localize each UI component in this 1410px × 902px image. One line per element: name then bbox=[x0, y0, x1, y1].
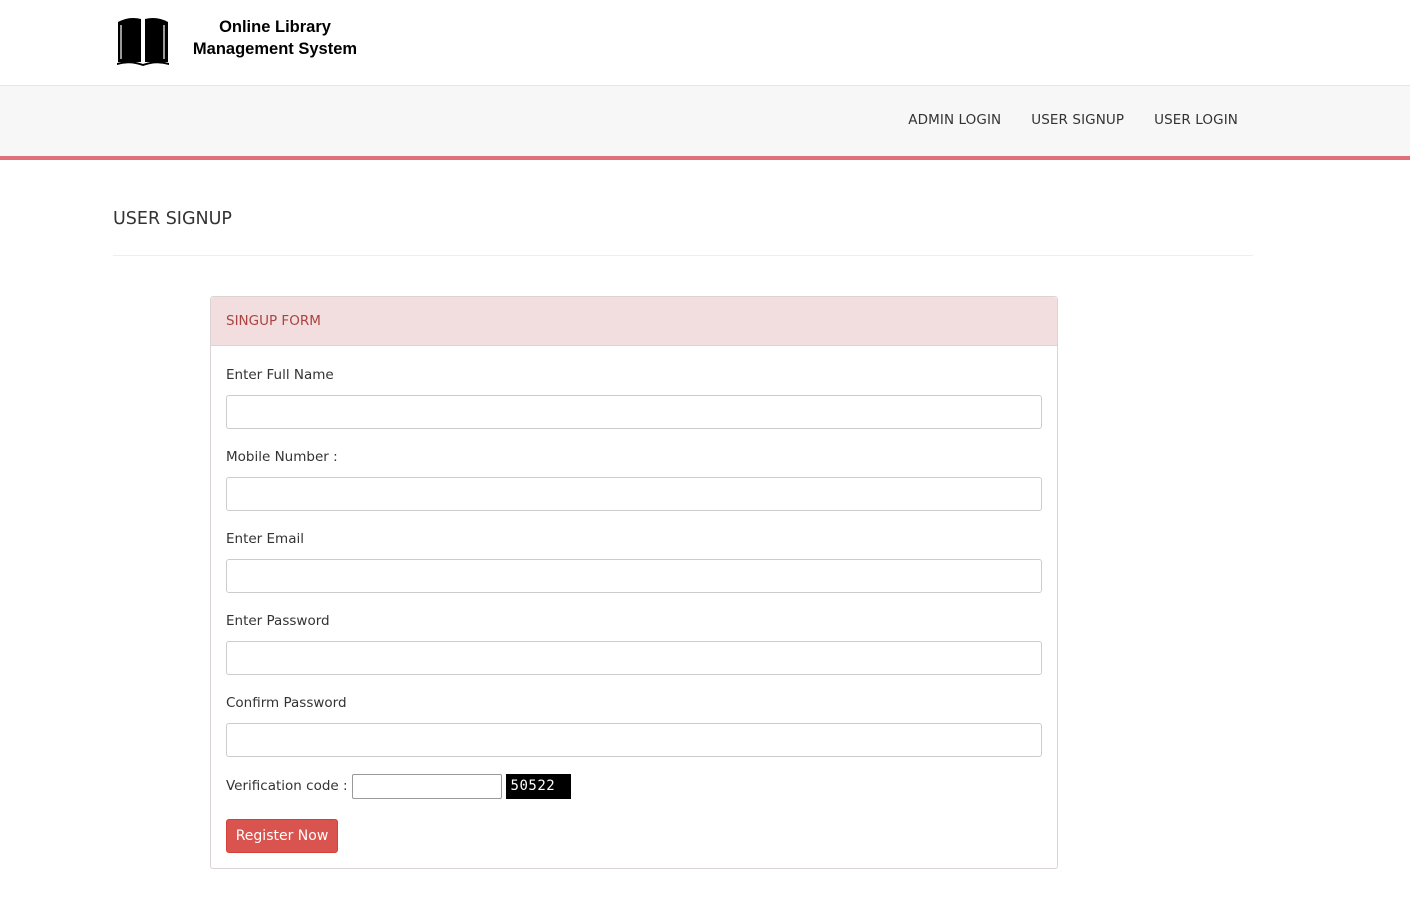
nav-menu: ADMIN LOGIN USER SIGNUP USER LOGIN bbox=[908, 112, 1238, 128]
email-label: Enter Email bbox=[226, 531, 304, 547]
mobile-input[interactable] bbox=[226, 477, 1042, 511]
password-label: Enter Password bbox=[226, 613, 330, 629]
site-title: Online Library Management System bbox=[180, 16, 370, 60]
verification-row: Verification code : 50522 bbox=[226, 773, 571, 799]
nav-user-login[interactable]: USER LOGIN bbox=[1154, 112, 1238, 128]
title-divider bbox=[113, 255, 1253, 256]
email-group: Enter Email bbox=[226, 529, 1042, 593]
confirm-password-input[interactable] bbox=[226, 723, 1042, 757]
email-input[interactable] bbox=[226, 559, 1042, 593]
confirm-password-label: Confirm Password bbox=[226, 695, 347, 711]
mobile-group: Mobile Number : bbox=[226, 447, 1042, 511]
page-title: USER SIGNUP bbox=[113, 209, 232, 229]
nav-user-signup[interactable]: USER SIGNUP bbox=[1031, 112, 1124, 128]
full-name-input[interactable] bbox=[226, 395, 1042, 429]
signup-panel: SINGUP FORM Enter Full Name Mobile Numbe… bbox=[210, 296, 1058, 869]
site-title-line2: Management System bbox=[192, 40, 358, 58]
nav-admin-login[interactable]: ADMIN LOGIN bbox=[908, 112, 1001, 128]
confirm-password-group: Confirm Password bbox=[226, 693, 1042, 757]
verification-label: Verification code : bbox=[226, 778, 348, 794]
brand-header: Online Library Management System bbox=[0, 0, 1410, 86]
site-title-line1: Online Library bbox=[219, 18, 331, 36]
password-group: Enter Password bbox=[226, 611, 1042, 675]
nav-bar: ADMIN LOGIN USER SIGNUP USER LOGIN bbox=[0, 86, 1410, 160]
full-name-label: Enter Full Name bbox=[226, 367, 334, 383]
register-button[interactable]: Register Now bbox=[226, 819, 338, 853]
captcha-image: 50522 bbox=[505, 773, 571, 799]
panel-heading: SINGUP FORM bbox=[211, 297, 1057, 346]
password-input[interactable] bbox=[226, 641, 1042, 675]
verification-input[interactable] bbox=[351, 773, 502, 799]
full-name-group: Enter Full Name bbox=[226, 365, 1042, 429]
mobile-label: Mobile Number : bbox=[226, 449, 338, 465]
open-book-icon bbox=[117, 18, 169, 66]
